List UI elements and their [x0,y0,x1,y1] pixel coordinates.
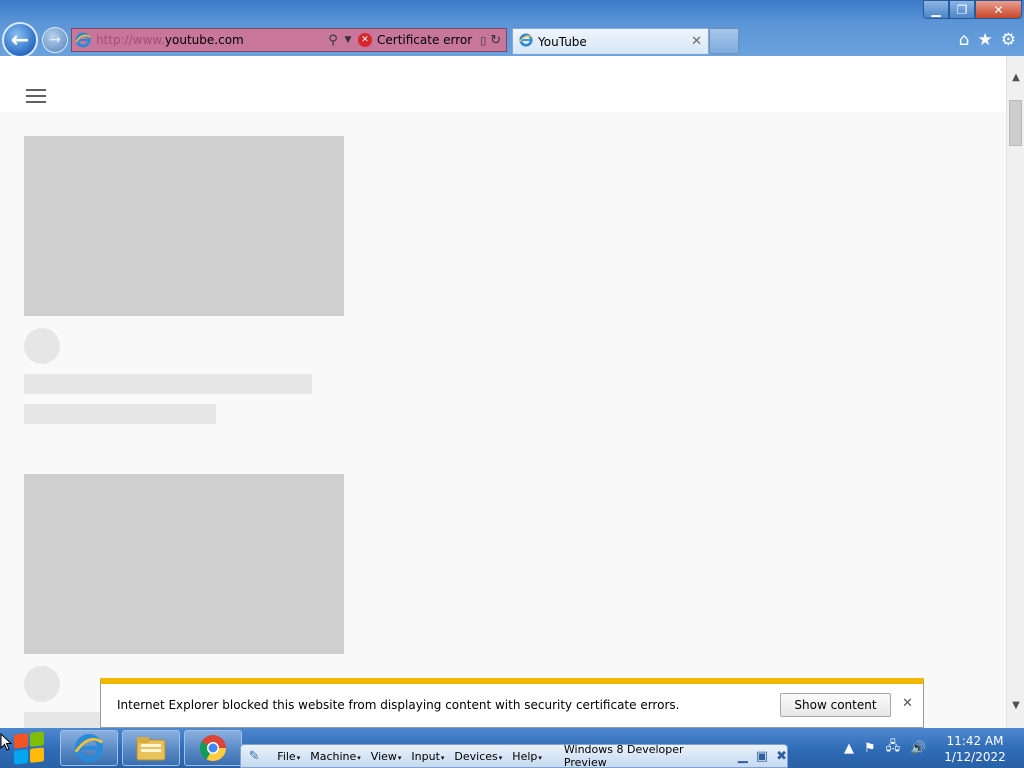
pin-icon[interactable]: ✎ [241,749,267,764]
taskbar: ✎ File Machine View Input Devices Help W… [0,728,1024,768]
hamburger-menu-icon[interactable] [26,89,46,103]
show-hidden-icons-icon[interactable]: ▲ [844,741,854,756]
volume-icon[interactable]: 🔊 [910,741,926,756]
notification-message: Internet Explorer blocked this website f… [117,698,680,712]
avatar-placeholder [24,666,60,702]
back-arrow-icon: ← [10,27,30,53]
ie-page-icon [72,29,94,51]
avatar-placeholder [24,328,60,364]
gear-icon[interactable]: ⚙ [1001,30,1016,50]
video-thumbnail-placeholder [24,136,344,316]
vertical-scrollbar[interactable]: ▲ ▼ [1006,56,1024,728]
url-domain: youtube.com [164,33,244,47]
ie-tab-icon [519,33,533,50]
restore-icon[interactable]: ▣ [756,749,768,764]
clock[interactable]: 11:42 AM 1/12/2022 [940,733,1010,765]
mouse-cursor-icon [0,733,12,751]
scrollbar-thumb[interactable] [1009,100,1022,146]
meta-placeholder [24,404,216,424]
menu-input[interactable]: Input [411,750,444,763]
home-icon[interactable]: ⌂ [959,30,970,50]
url-scheme: http://www. [96,33,165,47]
forward-button[interactable]: → [42,27,68,53]
video-thumbnail-placeholder [24,474,344,654]
system-tray: ▲ ⚑ 🖧 🔊 [844,732,926,764]
menu-machine[interactable]: Machine [310,750,361,763]
forward-arrow-icon: → [49,32,61,48]
taskbar-internet-explorer[interactable] [60,730,118,766]
virtualbox-menu-bar: ✎ File Machine View Input Devices Help W… [240,743,788,768]
folder-icon [136,737,166,761]
menu-help[interactable]: Help [512,750,542,763]
menu-devices[interactable]: Devices [454,750,502,763]
address-url[interactable]: http://www.youtube.com [94,33,324,47]
action-center-flag-icon[interactable]: ⚑ [864,741,876,756]
internet-explorer-icon [74,733,104,763]
clock-date: 1/12/2022 [944,750,1006,764]
certificate-error-label[interactable]: Certificate error [377,33,472,47]
restore-button[interactable]: ❐ [949,0,975,19]
refresh-icon[interactable]: ↻ [490,33,501,48]
menu-file[interactable]: File [277,750,300,763]
menu-view[interactable]: View [371,750,402,763]
tab-close-icon[interactable]: ✕ [691,34,702,49]
browser-frame: ▁ ❐ ✕ ← → http://www.youtube.com ⚲ ▼ ✕ C… [0,0,1024,58]
tab-title: YouTube [538,34,587,49]
search-icon[interactable]: ⚲ [324,33,342,48]
compatibility-view-icon[interactable]: ▯ [480,34,486,47]
favorites-icon[interactable]: ★ [978,30,993,50]
network-icon[interactable]: 🖧 [886,737,901,759]
scroll-down-icon[interactable]: ▼ [1007,696,1024,714]
close-button[interactable]: ✕ [975,0,1022,19]
vm-title: Windows 8 Developer Preview [563,743,684,768]
scroll-up-icon[interactable]: ▲ [1007,68,1024,86]
clock-time: 11:42 AM [946,734,1004,748]
tab-youtube[interactable]: YouTube ✕ [512,28,709,54]
minimize-button[interactable]: ▁ [923,0,949,19]
address-bar[interactable]: http://www.youtube.com ⚲ ▼ ✕ Certificate… [71,28,507,52]
minimize-icon[interactable]: ▁ [738,749,748,764]
taskbar-chrome[interactable] [184,730,242,766]
page-content [0,56,1006,732]
show-content-button[interactable]: Show content [780,693,891,717]
title-placeholder [24,374,312,394]
browser-toolbar: ⌂ ★ ⚙ [959,30,1016,50]
new-tab-button[interactable] [709,28,739,54]
windows-logo-icon [14,731,44,765]
close-icon[interactable]: ✖ [776,749,787,764]
notification-bar: Internet Explorer blocked this website f… [100,678,924,728]
chrome-icon [199,735,227,762]
chevron-down-icon[interactable]: ▼ [342,35,354,45]
back-button[interactable]: ← [2,22,38,58]
window-controls: ▁ ❐ ✕ [923,0,1022,19]
taskbar-file-explorer[interactable] [122,730,180,766]
certificate-error-icon[interactable]: ✕ [358,33,372,47]
close-icon[interactable]: ✕ [902,696,913,711]
site-header [0,56,1006,112]
